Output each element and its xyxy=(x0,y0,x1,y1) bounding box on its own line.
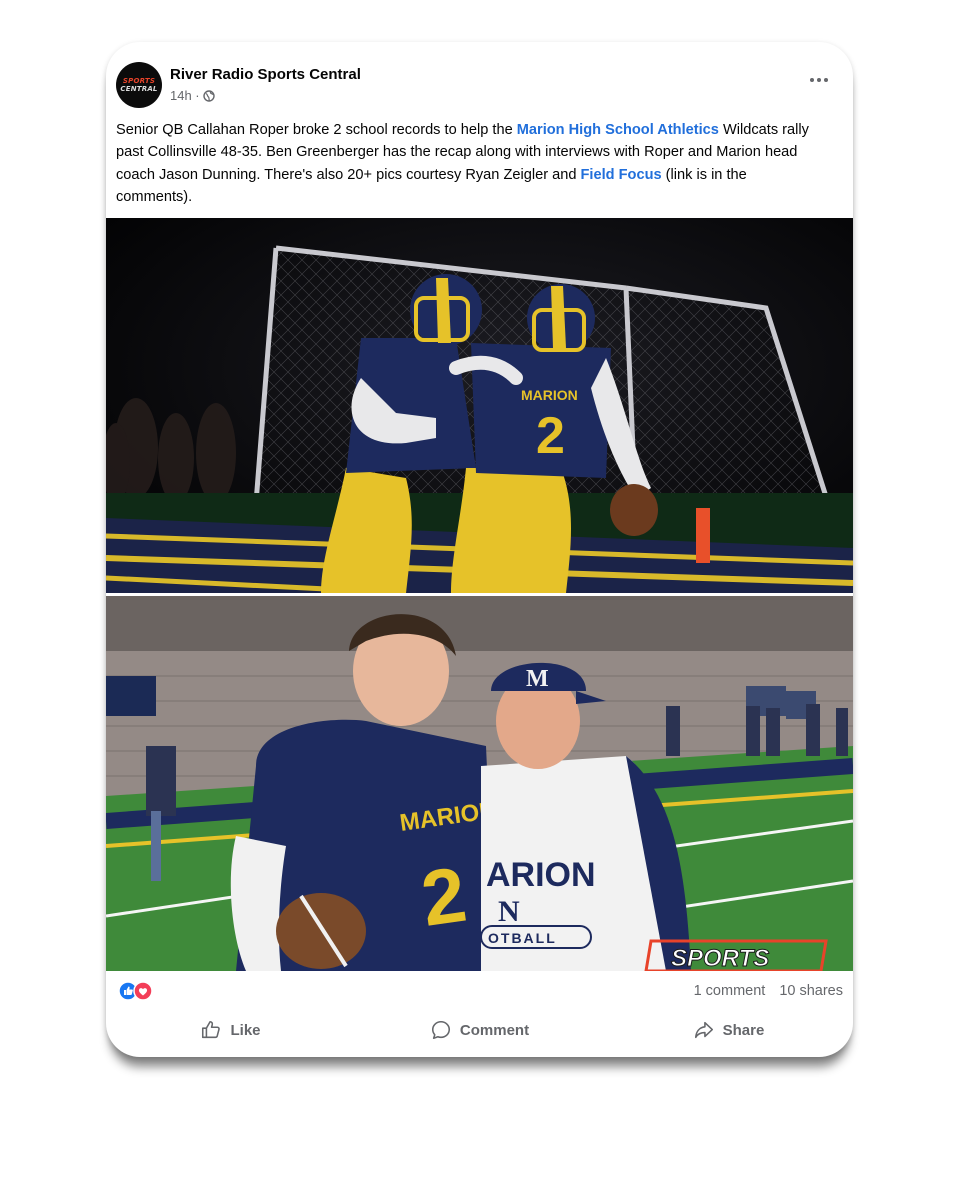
post-photo-player-coach[interactable]: MARION 2 M ARION N OTBALL SPORTS xyxy=(106,596,853,971)
field-focus-link[interactable]: Field Focus xyxy=(581,167,662,183)
photo2-hoodie-letter: N xyxy=(498,895,520,928)
celebration-photo-art: MARION 2 xyxy=(106,218,853,593)
page-name[interactable]: River Radio Sports Central xyxy=(170,66,361,83)
post-photo-celebration[interactable]: MARION 2 xyxy=(106,218,853,593)
photo2-watermark: SPORTS xyxy=(671,945,769,971)
photo2-hoodie-text: ARION xyxy=(486,856,596,894)
post-header: SPORTS CENTRAL River Radio Sports Centra… xyxy=(116,62,843,110)
reactions-summary[interactable] xyxy=(118,981,160,1001)
post-card: SPORTS CENTRAL River Radio Sports Centra… xyxy=(106,42,853,1057)
marion-athletics-link[interactable]: Marion High School Athletics xyxy=(517,122,719,138)
post-time[interactable]: 14h · xyxy=(170,88,200,103)
love-reaction-icon xyxy=(133,981,153,1001)
player-coach-photo-art: MARION 2 M ARION N OTBALL SPORTS xyxy=(106,596,853,971)
photo2-hoodie-sub: OTBALL xyxy=(488,930,557,946)
comment-label: Comment xyxy=(459,1021,530,1039)
share-button[interactable]: Share xyxy=(604,1010,853,1050)
post-text: Senior QB Callahan Roper broke 2 school … xyxy=(116,119,826,208)
comment-button[interactable]: Comment xyxy=(355,1010,604,1050)
share-icon xyxy=(694,1021,713,1039)
globe-icon xyxy=(202,89,215,102)
action-bar: Like Comment Share xyxy=(106,1010,853,1050)
photo1-jersey-text: MARION xyxy=(521,387,578,403)
like-icon xyxy=(202,1020,221,1039)
like-label: Like xyxy=(230,1021,261,1039)
post-meta: 14h · xyxy=(170,88,215,103)
like-button[interactable]: Like xyxy=(106,1010,355,1050)
comment-icon xyxy=(431,1020,450,1040)
share-label: Share xyxy=(722,1021,765,1039)
avatar-line-1: SPORTS xyxy=(122,77,156,85)
avatar-line-2: CENTRAL xyxy=(120,85,158,93)
comment-count[interactable]: 1 comment xyxy=(694,983,766,999)
post-text-part-1: Senior QB Callahan Roper broke 2 school … xyxy=(116,122,517,138)
avatar[interactable]: SPORTS CENTRAL xyxy=(116,62,162,108)
photo2-cap-letter: M xyxy=(526,666,549,692)
share-count[interactable]: 10 shares xyxy=(779,983,843,999)
photo1-jersey-number: 2 xyxy=(536,407,565,465)
engagement-counts: 1 comment 10 shares xyxy=(694,983,843,999)
more-icon[interactable] xyxy=(807,74,831,86)
